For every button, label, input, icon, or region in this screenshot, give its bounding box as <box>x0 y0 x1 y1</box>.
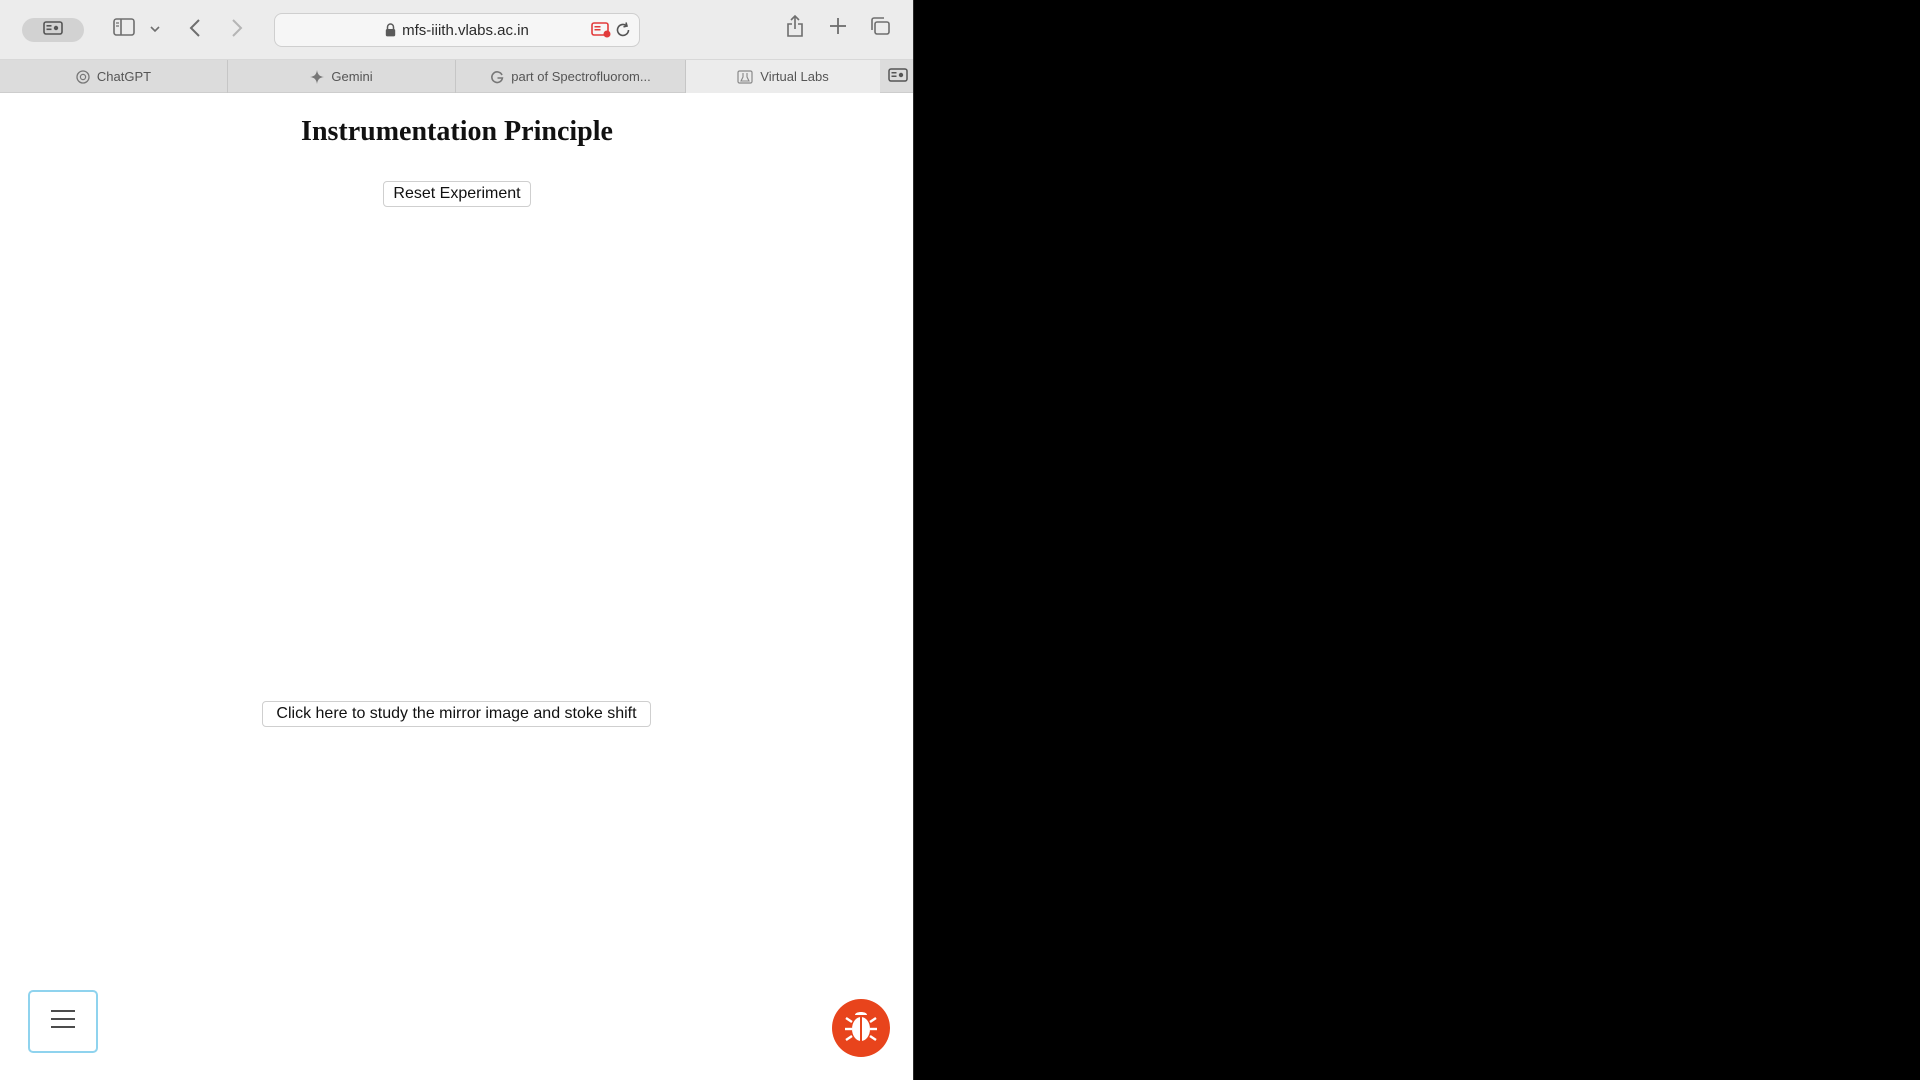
page-content: Instrumentation Principle Reset Experime… <box>0 94 913 1080</box>
tab-virtual-labs[interactable]: Virtual Labs <box>686 60 880 93</box>
tab-label: ChatGPT <box>96 69 152 84</box>
profile-button[interactable] <box>22 18 84 42</box>
back-button[interactable] <box>184 17 206 43</box>
browser-window: mfs-iiith.vlabs.ac.in ChatGPT Gemini par… <box>0 0 914 1080</box>
plus-icon <box>829 17 847 40</box>
chevron-down-icon <box>150 20 160 38</box>
gemini-icon <box>310 69 325 84</box>
tab-overview-icon <box>869 16 891 41</box>
forward-button[interactable] <box>226 17 248 43</box>
share-button[interactable] <box>784 14 806 42</box>
share-icon <box>786 14 804 43</box>
tab-bar: ChatGPT Gemini part of Spectrofluorom...… <box>0 60 913 93</box>
url-text: mfs-iiith.vlabs.ac.in <box>402 21 529 39</box>
address-bar[interactable]: mfs-iiith.vlabs.ac.in <box>274 13 640 47</box>
tab-label: part of Spectrofluorom... <box>511 69 651 84</box>
virtual-labs-icon <box>737 69 753 84</box>
sidebar-menu-button[interactable] <box>148 20 162 38</box>
page-title: Instrumentation Principle <box>301 116 613 147</box>
lock-icon <box>385 23 396 37</box>
bug-icon <box>844 1008 878 1049</box>
chatgpt-icon <box>76 69 90 84</box>
chevron-right-icon <box>231 18 243 43</box>
mirror-image-button[interactable]: Click here to study the mirror image and… <box>262 701 651 727</box>
reload-icon[interactable] <box>614 21 632 39</box>
sidebar-toggle-button[interactable] <box>112 17 136 41</box>
browser-toolbar: mfs-iiith.vlabs.ac.in <box>0 0 913 60</box>
profile-tab-icon[interactable] <box>888 68 908 84</box>
tab-gemini[interactable]: Gemini <box>228 60 456 93</box>
tab-label: Gemini <box>331 69 373 84</box>
chevron-left-icon <box>189 18 201 43</box>
tab-google-search[interactable]: part of Spectrofluorom... <box>456 60 686 93</box>
new-tab-button[interactable] <box>826 16 850 40</box>
profile-icon <box>43 20 63 40</box>
tab-overview-button[interactable] <box>868 16 892 40</box>
google-icon <box>490 70 504 84</box>
privacy-report-icon[interactable] <box>591 22 611 38</box>
sidebar-icon <box>113 17 135 41</box>
reset-experiment-button[interactable]: Reset Experiment <box>383 181 531 207</box>
tab-label: Virtual Labs <box>760 69 829 84</box>
hamburger-icon <box>50 1008 76 1035</box>
report-bug-button[interactable] <box>832 999 890 1057</box>
tab-chatgpt[interactable]: ChatGPT <box>0 60 228 93</box>
menu-button[interactable] <box>28 990 98 1053</box>
